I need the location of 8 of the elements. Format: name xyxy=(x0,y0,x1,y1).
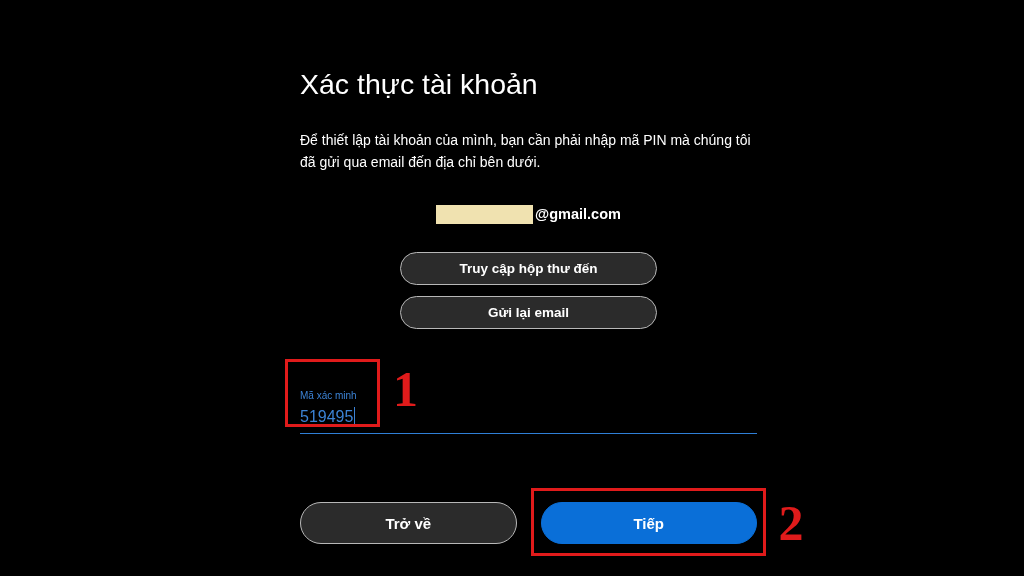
annotation-number: 2 xyxy=(778,498,804,548)
email-address: @gmail.com xyxy=(535,206,621,222)
link-button[interactable]: Truy cập hộp thư đến xyxy=(400,252,657,285)
back-button[interactable]: Trở về xyxy=(300,502,517,544)
link-button[interactable]: Gửi lại email xyxy=(400,296,657,329)
instruction-text: Để thiết lập tài khoản của mình, bạn cần phải nhập mã PIN mà chúng tôi đã gửi qua email đến địa chỉ bên dưới. xyxy=(300,131,752,172)
next-button[interactable]: Tiếp xyxy=(540,502,757,544)
page-title: Xác thực tài khoản xyxy=(300,67,539,102)
